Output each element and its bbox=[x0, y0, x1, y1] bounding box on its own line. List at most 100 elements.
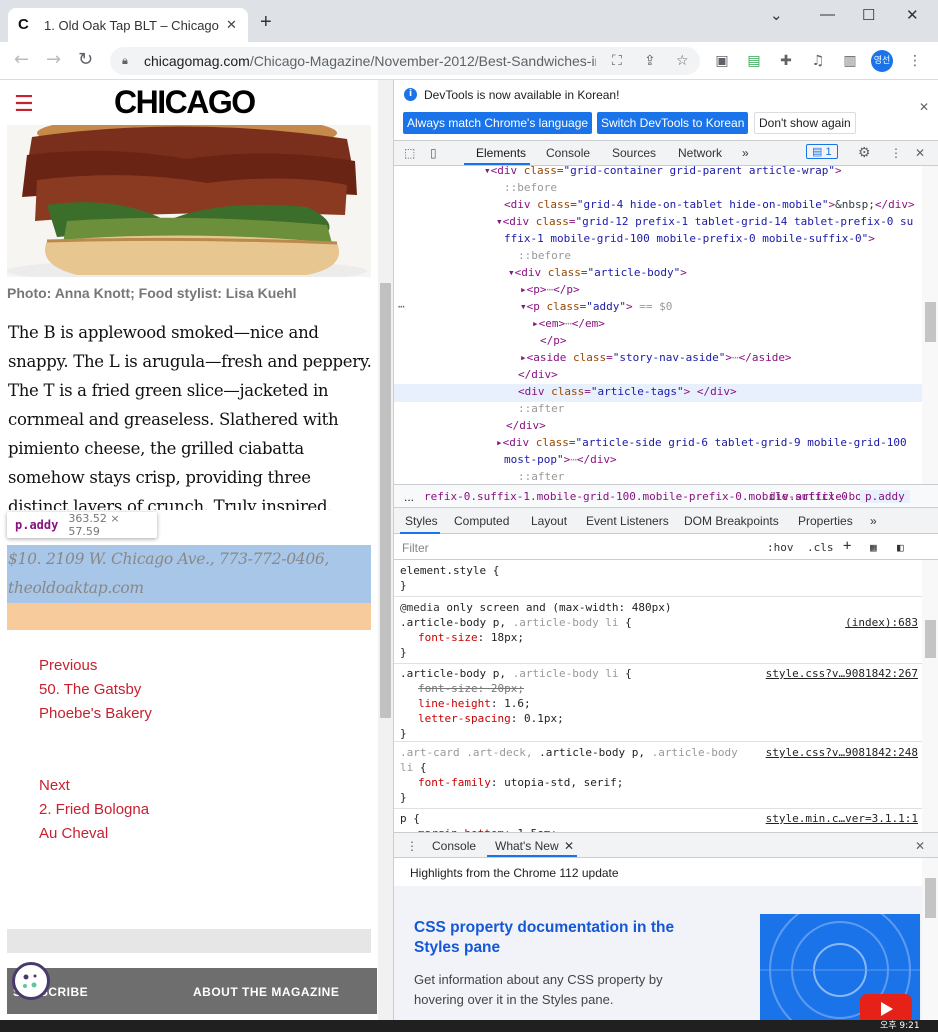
translate-icon[interactable]: ⛶ bbox=[612, 53, 622, 69]
dom-node[interactable]: ::after bbox=[518, 400, 564, 417]
toggle-sidebar-icon[interactable]: ◧ bbox=[897, 541, 904, 554]
reload-icon[interactable]: ↻ bbox=[78, 50, 93, 70]
close-whats-new-icon[interactable]: ✕ bbox=[564, 839, 574, 853]
computed-styles-icon[interactable]: ▦ bbox=[870, 541, 877, 554]
styles-scrollbar-thumb[interactable] bbox=[925, 620, 936, 658]
site-logo[interactable]: CHICAGO bbox=[114, 84, 256, 121]
dom-node[interactable]: ::after bbox=[518, 468, 564, 484]
dom-node[interactable]: ▸<div class="article-side grid-6 tablet-… bbox=[496, 434, 907, 451]
next-link-1[interactable]: 2. Fried Bologna bbox=[39, 801, 149, 818]
close-drawer-icon[interactable]: ✕ bbox=[915, 839, 925, 853]
node-actions-icon[interactable]: ⋯ bbox=[398, 298, 405, 315]
style-rule[interactable]: p { style.min.c…ver=3.1.1:1 margin-botto… bbox=[394, 811, 922, 832]
tab-elements[interactable]: Elements bbox=[476, 146, 526, 160]
web-page: ☰ CHICAGO Photo: Anna Knott; Food stylis… bbox=[0, 80, 378, 1020]
browser-tab[interactable]: C 1. Old Oak Tap BLT – Chicago Magazine … bbox=[8, 8, 248, 42]
more-subtabs-icon[interactable]: » bbox=[870, 514, 877, 528]
dom-node[interactable]: ▸<em>⋯</em> bbox=[532, 315, 605, 332]
dom-node[interactable]: ::before bbox=[518, 247, 571, 264]
dont-show-again-button[interactable]: Don't show again bbox=[754, 112, 856, 134]
issues-badge[interactable]: ▤ 1 bbox=[806, 144, 838, 159]
new-tab-icon[interactable]: + bbox=[260, 12, 272, 32]
hamburger-menu-icon[interactable]: ☰ bbox=[14, 94, 34, 116]
share-icon[interactable]: ⇪ bbox=[644, 53, 656, 69]
cookie-consent-icon[interactable] bbox=[12, 962, 50, 1000]
previous-link-1[interactable]: 50. The Gatsby bbox=[39, 681, 141, 698]
hov-toggle[interactable]: :hov bbox=[767, 541, 794, 554]
more-tabs-icon[interactable]: » bbox=[742, 146, 749, 160]
minimize-icon[interactable]: — bbox=[820, 6, 835, 23]
styles-scrollbar[interactable] bbox=[922, 560, 938, 832]
bookmark-star-icon[interactable]: ☆ bbox=[676, 53, 689, 69]
device-toolbar-icon[interactable]: ▯ bbox=[430, 146, 437, 160]
switch-to-korean-button[interactable]: Switch DevTools to Korean bbox=[597, 112, 749, 134]
notice-close-icon[interactable]: ✕ bbox=[919, 100, 929, 114]
devtools-menu-icon[interactable]: ⋮ bbox=[890, 146, 902, 160]
whats-new-scrollbar-thumb[interactable] bbox=[925, 878, 936, 918]
close-devtools-icon[interactable]: ✕ bbox=[915, 146, 925, 160]
whats-new-title[interactable]: CSS property documentation in the Styles… bbox=[414, 918, 714, 958]
dom-node[interactable]: ▾<div class="article-body"> bbox=[508, 264, 687, 281]
inspect-element-icon[interactable]: ⬚ bbox=[404, 146, 415, 160]
subtab-styles[interactable]: Styles bbox=[405, 514, 438, 528]
style-rule[interactable]: .article-body p, .article-body li { styl… bbox=[394, 666, 922, 742]
subtab-properties[interactable]: Properties bbox=[798, 514, 853, 528]
page-scrollbar-thumb[interactable] bbox=[380, 283, 391, 718]
cls-toggle[interactable]: .cls bbox=[807, 541, 834, 554]
drawer-tab-console[interactable]: Console bbox=[432, 839, 476, 853]
extension-avatar-icon[interactable]: ▣ bbox=[713, 52, 731, 70]
subtab-layout[interactable]: Layout bbox=[531, 514, 567, 528]
breadcrumb-p-addy[interactable]: p.addy bbox=[860, 490, 910, 503]
elements-scrollbar-thumb[interactable] bbox=[925, 302, 936, 342]
breadcrumb-overflow[interactable]: ... bbox=[404, 490, 414, 504]
dom-node[interactable]: <div class="grid-4 hide-on-tablet hide-o… bbox=[504, 196, 915, 213]
dom-node[interactable]: </div> bbox=[518, 366, 558, 383]
about-magazine-link[interactable]: ABOUT THE MAGAZINE bbox=[193, 985, 339, 999]
previous-label[interactable]: Previous bbox=[39, 657, 97, 674]
dom-node[interactable]: ▸<p>⋯</p> bbox=[520, 281, 580, 298]
dom-node[interactable]: ▾<div class="grid-container grid-parent … bbox=[484, 166, 842, 179]
dom-node[interactable]: </div> bbox=[506, 417, 546, 434]
dom-node[interactable]: </p> bbox=[540, 332, 567, 349]
extensions-puzzle-icon[interactable]: ✚ bbox=[777, 52, 795, 70]
tab-console[interactable]: Console bbox=[546, 146, 590, 160]
next-link-2[interactable]: Au Cheval bbox=[39, 825, 108, 842]
blt-sandwich-photo bbox=[7, 125, 371, 277]
tab-sources[interactable]: Sources bbox=[612, 146, 656, 160]
tab-network[interactable]: Network bbox=[678, 146, 722, 160]
media-queue-icon[interactable]: ♫ bbox=[809, 52, 827, 70]
next-label[interactable]: Next bbox=[39, 777, 70, 794]
close-window-icon[interactable]: ✕ bbox=[906, 6, 919, 24]
dom-node[interactable]: ▸<aside class="story-nav-aside">⋯</aside… bbox=[520, 349, 792, 366]
new-rule-icon[interactable]: + bbox=[843, 538, 851, 554]
extension-green-icon[interactable]: ▤ bbox=[745, 52, 763, 70]
taskbar-clock: 오후 9:21 bbox=[880, 1021, 920, 1031]
maximize-icon[interactable]: ☐ bbox=[862, 6, 875, 24]
back-icon[interactable]: ← bbox=[14, 50, 29, 70]
dom-node[interactable]: ::before bbox=[504, 179, 557, 196]
drawer-tab-whats-new[interactable]: What's New bbox=[495, 839, 559, 853]
drawer-menu-icon[interactable]: ⋮ bbox=[406, 839, 418, 853]
subtab-event-listeners[interactable]: Event Listeners bbox=[586, 514, 669, 528]
style-rule[interactable]: @media only screen and (max-width: 480px… bbox=[394, 600, 922, 664]
dom-node[interactable]: ▾<div class="grid-12 prefix-1 tablet-gri… bbox=[496, 213, 913, 230]
profile-avatar[interactable]: 영선 bbox=[871, 50, 893, 72]
settings-gear-icon[interactable]: ⚙ bbox=[858, 144, 871, 161]
dom-node[interactable]: <div class="article-tags"> </div> bbox=[518, 383, 737, 400]
forward-icon[interactable]: → bbox=[46, 50, 61, 70]
filter-input[interactable]: Filter bbox=[402, 541, 429, 555]
style-rule[interactable]: .art-card .art-deck, .article-body p, .a… bbox=[394, 745, 922, 809]
always-match-language-button[interactable]: Always match Chrome's language bbox=[403, 112, 593, 134]
whats-new-video-thumbnail[interactable] bbox=[760, 914, 920, 1020]
tab-search-icon[interactable]: ⌄ bbox=[770, 6, 783, 24]
tab-close-icon[interactable]: ✕ bbox=[226, 18, 237, 33]
menu-kebab-icon[interactable]: ⋮ bbox=[906, 52, 924, 70]
side-panel-icon[interactable]: ▥ bbox=[841, 52, 859, 70]
address-paragraph[interactable]: $10. 2109 W. Chicago Ave., 773-772-0406,… bbox=[8, 545, 370, 603]
style-rule[interactable]: element.style { } bbox=[394, 563, 922, 597]
language-notice: i DevTools is now available in Korean! ✕… bbox=[394, 80, 938, 138]
previous-link-2[interactable]: Phoebe's Bakery bbox=[39, 705, 152, 722]
subtab-dom-breakpoints[interactable]: DOM Breakpoints bbox=[684, 514, 779, 528]
subtab-computed[interactable]: Computed bbox=[454, 514, 509, 528]
dom-node-selected[interactable]: ▾<p class="addy"> == $0 bbox=[520, 298, 672, 315]
